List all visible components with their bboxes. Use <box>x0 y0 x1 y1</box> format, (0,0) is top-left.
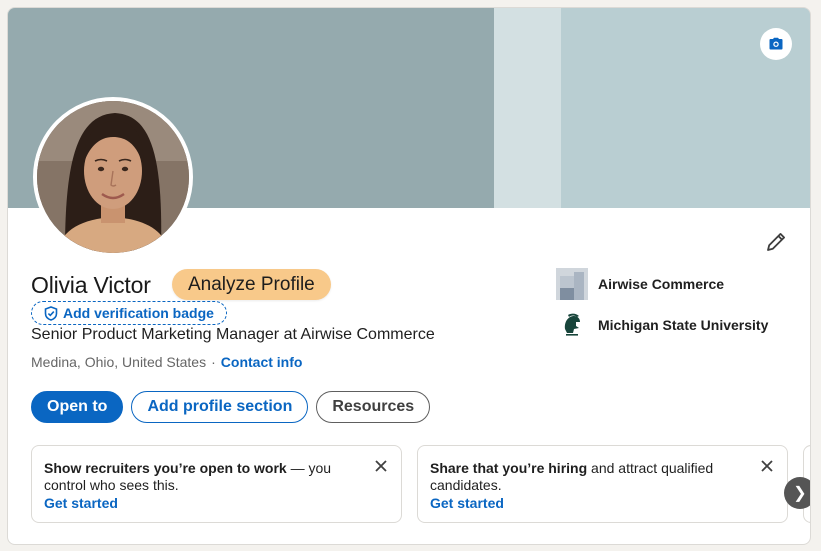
profile-location-row: Medina, Ohio, United States · Contact in… <box>31 354 302 370</box>
location-separator: · <box>211 354 216 370</box>
recommendation-card: Show recruiters you’re open to work — yo… <box>31 445 402 523</box>
close-icon[interactable] <box>759 458 775 474</box>
profile-headline: Senior Product Marketing Manager at Airw… <box>31 326 435 343</box>
spartan-helmet-icon <box>564 313 580 336</box>
contact-info-link[interactable]: Contact info <box>221 354 303 370</box>
chevron-right-icon: ❯ <box>793 485 807 502</box>
pencil-icon <box>767 233 785 251</box>
recommendation-title: Share that you’re hiring <box>430 460 588 476</box>
school-logo <box>556 309 588 341</box>
get-started-link[interactable]: Get started <box>44 495 361 512</box>
org-education[interactable]: Michigan State University <box>556 309 768 341</box>
profile-card: Olivia Victor Analyze Profile Add verifi… <box>7 7 811 545</box>
recommendation-card: Share that you’re hiring and attract qua… <box>417 445 788 523</box>
edit-banner-button[interactable] <box>760 28 792 60</box>
org-current-company[interactable]: Airwise Commerce <box>556 268 724 300</box>
profile-avatar[interactable] <box>33 97 193 257</box>
org-name: Michigan State University <box>598 317 769 333</box>
add-profile-section-button[interactable]: Add profile section <box>131 391 309 423</box>
camera-icon <box>769 37 783 50</box>
profile-photo <box>37 101 189 253</box>
analyze-profile-button[interactable]: Analyze Profile <box>172 269 331 300</box>
org-name: Airwise Commerce <box>598 276 725 292</box>
profile-name: Olivia Victor <box>31 272 151 298</box>
location-text: Medina, Ohio, United States <box>31 354 207 370</box>
next-recommendation-button[interactable]: ❯ <box>784 477 810 509</box>
add-verification-badge-button[interactable]: Add verification badge <box>31 301 227 325</box>
resources-button[interactable]: Resources <box>316 391 431 423</box>
edit-intro-button[interactable] <box>762 228 790 256</box>
open-to-button[interactable]: Open to <box>31 391 124 423</box>
get-started-link[interactable]: Get started <box>430 495 747 512</box>
profile-actions: Open to Add profile section Resources <box>31 391 431 423</box>
banner-stripe <box>494 8 561 208</box>
close-icon[interactable] <box>373 458 389 474</box>
recommendation-title: Show recruiters you’re open to work <box>44 460 287 476</box>
shield-check-icon <box>44 305 58 321</box>
company-logo <box>556 268 588 300</box>
verify-label: Add verification badge <box>63 305 214 321</box>
